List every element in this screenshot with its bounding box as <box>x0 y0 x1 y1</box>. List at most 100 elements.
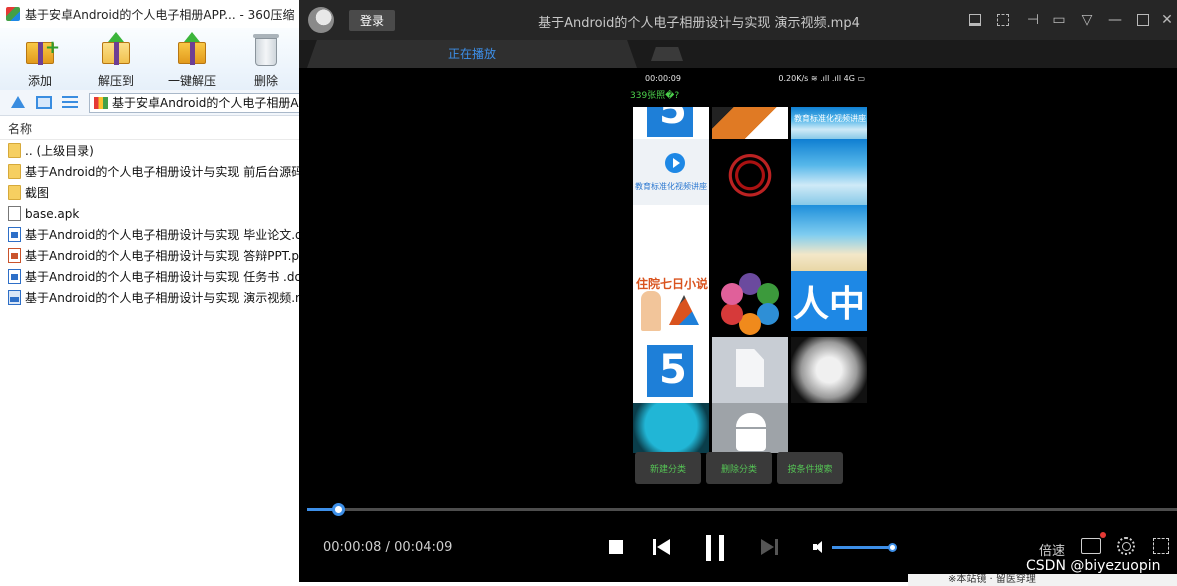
one-click-extract-button[interactable]: 一键解压 <box>162 32 222 89</box>
phone-action-buttons: 新建分类 删除分类 按条件搜索 <box>633 452 869 486</box>
address-field[interactable]: 基于安卓Android的个人电子相册A <box>89 93 300 113</box>
archive-add-icon <box>22 32 60 68</box>
thumbnail-view-icon[interactable] <box>36 96 52 109</box>
volume-slider-fill <box>832 546 893 549</box>
file-name: .. (上级目录) <box>25 144 94 158</box>
petal-shape <box>721 283 743 305</box>
archive-address-bar: 基于安卓Android的个人电子相册A <box>0 90 300 116</box>
volume-icon[interactable] <box>813 541 827 553</box>
time-separator: / <box>385 540 390 555</box>
folder-open-icon[interactable]: ▭ <box>1049 10 1069 30</box>
file-row[interactable]: 基于Android的个人电子相册设计与实现 演示视频.mp4 <box>0 287 300 308</box>
time-display: 00:00:08 / 00:04:09 <box>323 540 452 555</box>
delete-button[interactable]: 删除 <box>236 32 296 89</box>
photo-tile <box>791 205 867 271</box>
video-title: 基于Android的个人电子相册设计与实现 演示视频.mp4 <box>538 16 860 31</box>
file-name: 基于Android的个人电子相册设计与实现 演示视频.mp4 <box>25 291 300 305</box>
gear-icon[interactable] <box>1117 537 1135 555</box>
file-row[interactable]: 基于Android的个人电子相册设计与实现 答辩PPT.ppt <box>0 245 300 266</box>
pin-icon[interactable]: ⊣ <box>1023 10 1043 30</box>
extract-to-label: 解压到 <box>97 74 134 88</box>
file-row[interactable]: 基于Android的个人电子相册设计与实现 任务书 .doc <box>0 266 300 287</box>
pause-icon[interactable] <box>705 535 725 561</box>
extract-to-button[interactable]: 解压到 <box>86 32 146 89</box>
archive-app-icon <box>6 7 20 21</box>
menu-dropdown-icon[interactable]: ▽ <box>1077 10 1097 30</box>
file-row[interactable]: 基于Android的个人电子相册设计与实现 毕业论文.doc <box>0 224 300 245</box>
tile-caption: 教育标准化视频讲座 <box>794 114 866 123</box>
photo-tile <box>712 337 788 403</box>
file-name: 基于Android的个人电子相册设计与实现 任务书 .doc <box>25 270 300 284</box>
maximize-icon[interactable] <box>1133 10 1153 30</box>
file-name: 基于Android的个人电子相册设计与实现 前后台源码 <box>25 165 300 179</box>
fullscreen-icon[interactable] <box>1153 538 1169 554</box>
phone-screen: 00:00:09 0.20K/s ≋ .ıll .ıll 4G ▭ 339张照�… <box>630 70 869 500</box>
current-time: 00:00:08 <box>323 540 382 555</box>
player-title-bar: 登录 基于Android的个人电子相册设计与实现 演示视频.mp4 ⊣ ▭ ▽ … <box>299 0 1177 40</box>
delete-label: 删除 <box>253 74 278 88</box>
list-view-icon[interactable] <box>62 96 78 109</box>
player-logo-icon[interactable] <box>308 7 334 33</box>
photo-tile <box>633 107 709 139</box>
login-button[interactable]: 登录 <box>349 10 395 31</box>
photo-grid: 教育标准化视频讲座 教育标准化视频讲座 住院七日小说 <box>633 107 869 457</box>
tangram-icon <box>669 295 699 325</box>
android-icon <box>736 413 766 427</box>
delete-category-button[interactable]: 删除分类 <box>706 452 772 484</box>
one-click-extract-label: 一键解压 <box>167 74 216 88</box>
speed-button[interactable]: 倍速 <box>1039 540 1065 559</box>
archive-file-icon <box>94 97 108 109</box>
close-icon[interactable]: ✕ <box>1157 10 1177 30</box>
archive-window: 基于安卓Android的个人电子相册APP... - 360压缩 添加 解压到 … <box>0 0 300 586</box>
new-tab-button[interactable] <box>651 47 683 61</box>
seek-bar[interactable] <box>307 503 1177 516</box>
file-icon <box>8 206 21 221</box>
photo-tile: 教育标准化视频讲座 <box>791 107 867 139</box>
photo-tile <box>712 205 788 271</box>
new-category-button[interactable]: 新建分类 <box>635 452 701 484</box>
duration: 00:04:09 <box>394 540 453 555</box>
up-arrow-icon[interactable] <box>11 96 25 108</box>
photo-tile <box>791 139 867 205</box>
search-by-condition-button[interactable]: 按条件搜索 <box>777 452 843 484</box>
minimize-icon[interactable]: — <box>1105 10 1125 30</box>
file-name: 截图 <box>25 186 50 200</box>
file-row[interactable]: base.apk <box>0 203 300 224</box>
petal-shape <box>757 283 779 305</box>
phone-status-indicators: 0.20K/s ≋ .ıll .ıll 4G ▭ <box>778 74 865 83</box>
mini-mode-icon[interactable] <box>965 10 985 30</box>
column-header-name[interactable]: 名称 <box>0 118 300 140</box>
one-click-extract-icon <box>174 32 210 68</box>
photo-tile <box>791 337 867 403</box>
seek-bar-thumb[interactable] <box>332 503 346 516</box>
previous-icon[interactable] <box>653 539 670 555</box>
file-name: 基于Android的个人电子相册设计与实现 毕业论文.doc <box>25 228 300 242</box>
tile-caption: 教育标准化视频讲座 <box>635 182 707 191</box>
volume-slider-thumb[interactable] <box>887 543 897 552</box>
mp4-icon <box>8 290 21 305</box>
photo-tile <box>712 107 788 139</box>
tab-now-playing[interactable]: 正在播放 <box>307 40 637 68</box>
archive-toolbar: 添加 解压到 一键解压 删除 <box>0 28 300 90</box>
next-icon[interactable] <box>761 539 778 555</box>
photo-tile <box>633 205 709 271</box>
volume-slider[interactable] <box>832 543 897 552</box>
file-row[interactable]: 截图 <box>0 182 300 203</box>
video-area[interactable]: 00:00:09 0.20K/s ≋ .ıll .ıll 4G ▭ 339张照�… <box>299 68 1177 500</box>
ppt-icon <box>8 248 21 263</box>
file-row[interactable]: 基于Android的个人电子相册设计与实现 前后台源码 <box>0 161 300 182</box>
toolbox-icon[interactable] <box>1081 532 1106 554</box>
address-text: 基于安卓Android的个人电子相册A <box>112 96 299 110</box>
photo-tile <box>633 337 709 403</box>
screenshot-icon[interactable] <box>993 10 1013 30</box>
phone-status-time: 00:00:09 <box>645 74 681 83</box>
file-row[interactable]: .. (上级目录) <box>0 140 300 161</box>
add-button[interactable]: 添加 <box>10 32 70 89</box>
add-label: 添加 <box>27 74 52 88</box>
extract-folder-icon <box>98 32 134 68</box>
word-doc-icon <box>8 227 21 242</box>
file-name: 基于Android的个人电子相册设计与实现 答辩PPT.ppt <box>25 249 300 263</box>
photo-tile: 住院七日小说 <box>633 271 709 337</box>
stop-icon[interactable] <box>609 540 623 554</box>
photo-tile: 人中 <box>791 271 867 331</box>
